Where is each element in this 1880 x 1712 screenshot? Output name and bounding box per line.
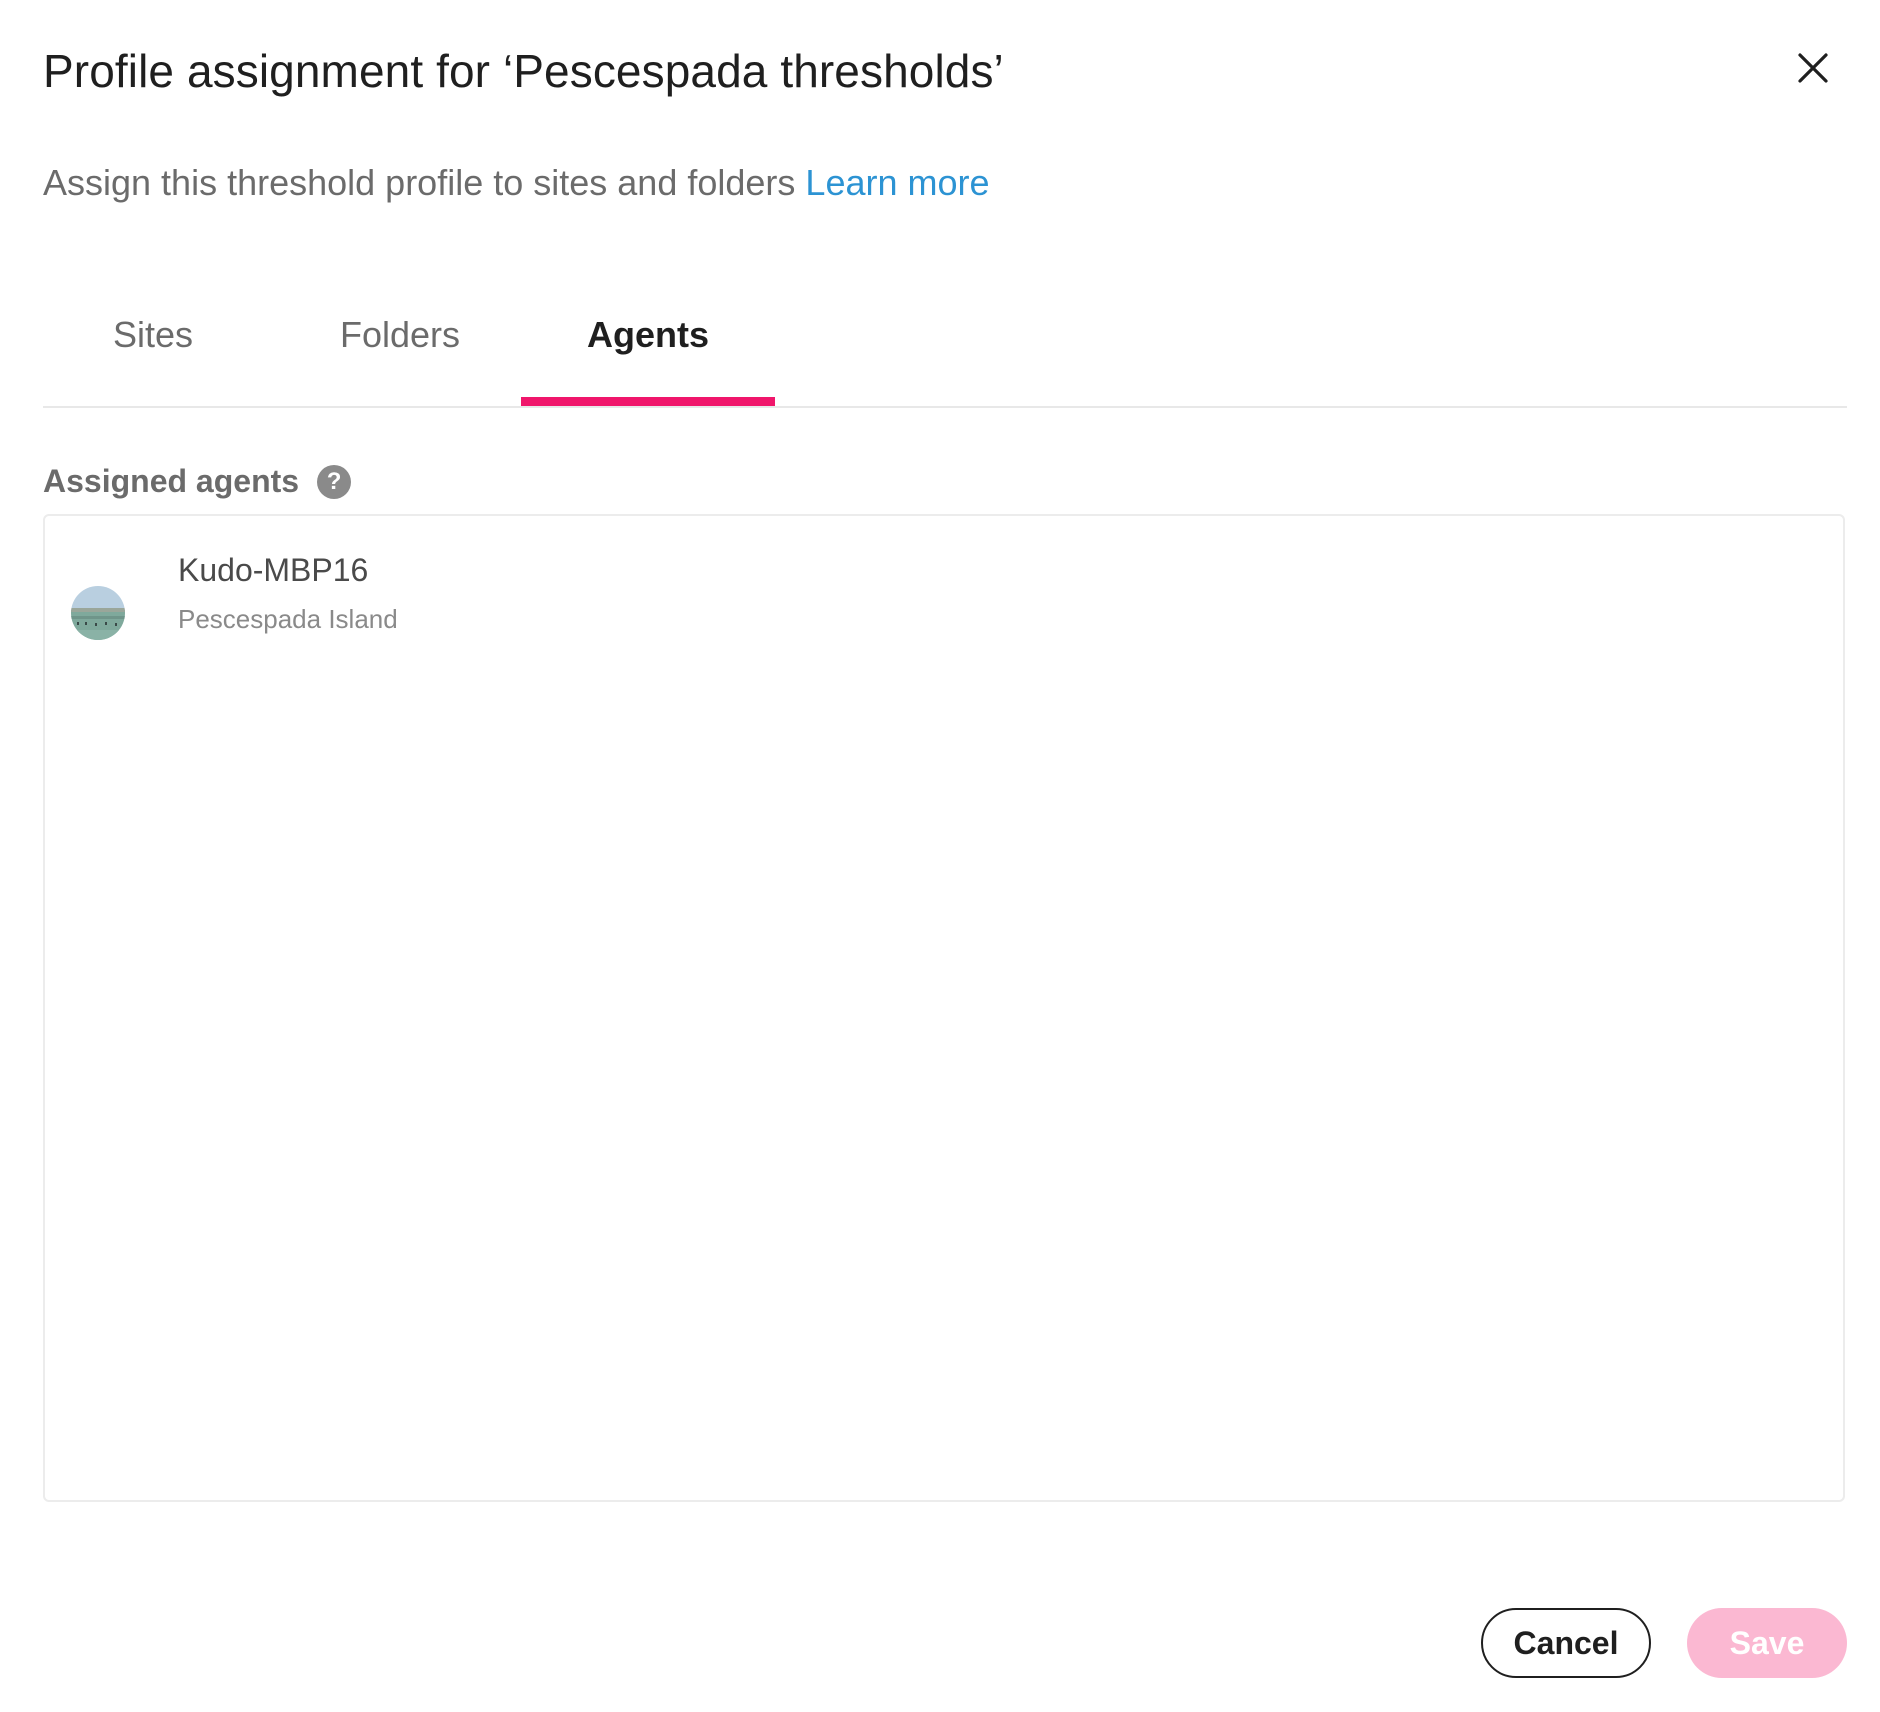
tab-agents[interactable]: Agents [521,300,775,406]
cancel-button[interactable]: Cancel [1481,1608,1651,1678]
agent-name: Kudo-MBP16 [178,552,369,588]
avatar [71,586,125,640]
assigned-agents-list: Kudo-MBP16 Pescespada Island [43,514,1845,1502]
close-icon[interactable] [1790,45,1836,91]
dialog-subtitle: Assign this threshold profile to sites a… [43,162,990,204]
subtitle-text: Assign this threshold profile to sites a… [43,162,796,203]
learn-more-link[interactable]: Learn more [805,162,989,203]
assigned-agents-label: Assigned agents [43,463,300,499]
profile-assignment-dialog: Profile assignment for ‘Pescespada thres… [0,0,1880,1712]
dialog-title: Profile assignment for ‘Pescespada thres… [43,45,1004,97]
tab-folders[interactable]: Folders [305,300,495,406]
agent-location: Pescespada Island [178,604,398,634]
list-item[interactable]: Kudo-MBP16 Pescespada Island [71,552,1771,652]
save-button[interactable]: Save [1687,1608,1847,1678]
question-mark-icon[interactable]: ? [317,464,352,499]
tab-sites[interactable]: Sites [83,300,223,406]
assigned-agents-header: Assigned agents ? [43,463,352,500]
tab-bar: Sites Folders Agents [43,300,1847,408]
